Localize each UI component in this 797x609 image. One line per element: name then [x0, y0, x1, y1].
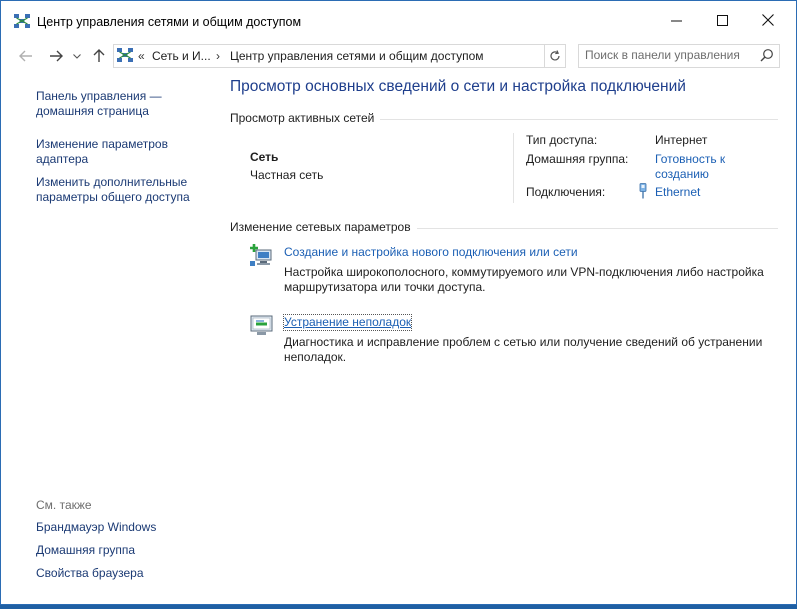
recent-locations-button[interactable]: [71, 47, 83, 65]
minimize-button[interactable]: [653, 1, 699, 39]
search-icon[interactable]: [760, 48, 774, 65]
back-button[interactable]: [17, 47, 35, 65]
search-input[interactable]: [585, 48, 750, 62]
network-name: Сеть: [250, 150, 279, 164]
breadcrumb-separator[interactable]: ›: [216, 49, 220, 63]
up-button[interactable]: [90, 47, 108, 65]
see-also-heading: См. также: [36, 498, 92, 512]
back-arrow-icon: [19, 50, 32, 62]
network-center-icon: [14, 14, 30, 31]
network-type: Частная сеть: [250, 168, 324, 182]
troubleshoot-icon: [250, 314, 274, 339]
see-also-link-homegroup[interactable]: Домашняя группа: [36, 543, 135, 558]
window-title: Центр управления сетями и общим доступом: [37, 15, 302, 29]
sidebar-link-control-panel-home[interactable]: Панель управления — домашняя страница: [36, 89, 162, 119]
chevron-down-icon: [73, 53, 81, 59]
refresh-icon: [550, 50, 560, 61]
minimize-icon: [670, 20, 682, 21]
maximize-icon: [716, 14, 728, 26]
forward-button[interactable]: [47, 47, 65, 65]
see-also-link-firewall[interactable]: Брандмауэр Windows: [36, 520, 156, 535]
troubleshoot-link[interactable]: Устранение неполадок: [282, 314, 413, 331]
new-connection-icon: [250, 244, 274, 271]
homegroup-ready-link[interactable]: Готовность к созданию: [655, 152, 725, 182]
breadcrumb-item-current[interactable]: Центр управления сетями и общим доступом: [230, 49, 484, 63]
forward-arrow-icon: [50, 50, 63, 62]
search-box[interactable]: [578, 44, 780, 68]
change-settings-section-header: Изменение сетевых параметров: [230, 220, 778, 236]
active-networks-section-header: Просмотр активных сетей: [230, 111, 778, 127]
sidebar-link-advanced-sharing[interactable]: Изменить дополнительные параметры общего…: [36, 175, 190, 205]
close-icon: [762, 14, 774, 26]
network-center-window: Центр управления сетями и общим доступом: [0, 0, 797, 605]
homegroup-label: Домашняя группа:: [526, 152, 629, 166]
up-arrow-icon: [93, 49, 105, 62]
troubleshoot-description: Диагностика и исправление проблем с сеть…: [284, 335, 763, 364]
network-center-icon: [117, 48, 133, 65]
connections-label: Подключения:: [526, 185, 606, 199]
access-type-value: Интернет: [655, 133, 708, 147]
title-bar[interactable]: Центр управления сетями и общим доступом: [1, 1, 796, 39]
address-bar[interactable]: « Сеть и И... › Центр управления сетями …: [113, 44, 651, 68]
setup-new-connection-description: Настройка широкополосного, коммутируемог…: [284, 265, 764, 294]
ethernet-icon: [638, 183, 648, 202]
close-button[interactable]: [745, 1, 791, 39]
setup-new-connection-link[interactable]: Создание и настройка нового подключения …: [284, 245, 578, 260]
breadcrumb-overflow[interactable]: «: [138, 49, 145, 63]
maximize-button[interactable]: [699, 1, 745, 39]
ethernet-connection-link[interactable]: Ethernet: [655, 185, 700, 200]
page-title: Просмотр основных сведений о сети и наст…: [230, 78, 686, 95]
see-also-link-internet-options[interactable]: Свойства браузера: [36, 566, 144, 581]
refresh-button[interactable]: [545, 44, 566, 68]
access-type-label: Тип доступа:: [526, 133, 598, 147]
divider: [513, 133, 514, 203]
breadcrumb-item-network[interactable]: Сеть и И...: [152, 49, 211, 63]
sidebar-link-adapter-settings[interactable]: Изменение параметров адаптера: [36, 137, 168, 167]
